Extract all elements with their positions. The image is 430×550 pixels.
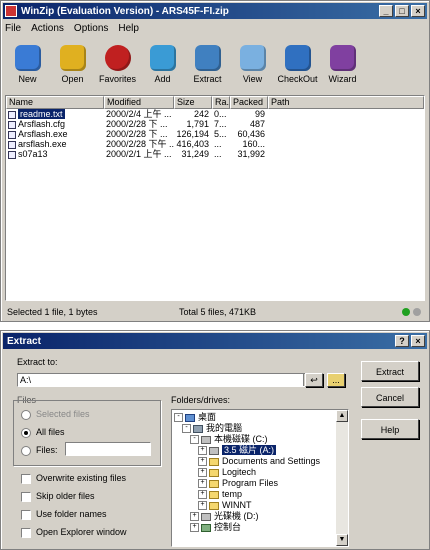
status-total: Total 5 files, 471KB: [179, 307, 257, 317]
tree-node-drive-c[interactable]: - 本機磁碟 (C:): [174, 434, 348, 445]
new-button[interactable]: New: [5, 41, 50, 91]
favorites-icon: [104, 45, 131, 71]
tree-node-temp[interactable]: + temp: [174, 489, 348, 500]
extract-button[interactable]: Extract: [185, 41, 230, 91]
view-icon: [239, 45, 266, 71]
main-window-title: WinZip (Evaluation Version) - ARS45F-FI.…: [21, 5, 229, 17]
column-name[interactable]: Name: [6, 96, 104, 109]
add-icon: [149, 45, 176, 71]
table-row[interactable]: s07a13 2000/2/1 上午 ... 31,249 ... 31,992: [6, 149, 424, 159]
wizard-icon: [329, 45, 356, 71]
add-button[interactable]: Add: [140, 41, 185, 91]
column-modified[interactable]: Modified: [104, 96, 174, 109]
close-button[interactable]: ×: [411, 5, 425, 17]
extract-to-combobox[interactable]: A:\ ▼: [17, 373, 317, 387]
radio-all-files[interactable]: All files: [21, 427, 65, 438]
tree-node-drive-d[interactable]: + 光碟機 (D:): [174, 511, 348, 522]
tree-node-control-panel[interactable]: + 控制台: [174, 522, 348, 533]
menu-help[interactable]: Help: [118, 23, 139, 34]
tree-node-my-computer[interactable]: - 我的電腦: [174, 423, 348, 434]
column-packed[interactable]: Packed: [230, 96, 268, 109]
tree-scrollbar[interactable]: ▲ ▼: [336, 410, 348, 546]
dialog-close-button[interactable]: ×: [411, 335, 425, 347]
checkout-icon: [284, 45, 311, 71]
column-ratio[interactable]: Ra...: [212, 96, 230, 109]
toolbar: New Open Favorites Add Extract View Chec…: [5, 41, 425, 91]
table-row[interactable]: arsflash.exe 2000/2/28 下午 ... 416,403 ..…: [6, 139, 424, 149]
menu-actions[interactable]: Actions: [31, 23, 64, 34]
extract-dialog-title: Extract: [7, 335, 41, 347]
status-selected: Selected 1 file, 1 bytes: [7, 307, 98, 317]
extract-to-value: A:\: [20, 375, 32, 385]
cancel-button[interactable]: Cancel: [361, 387, 419, 407]
tree-node-documents[interactable]: + Documents and Settings: [174, 456, 348, 467]
status-bar: Selected 1 file, 1 bytes Total 5 files, …: [5, 305, 425, 319]
table-row[interactable]: Arsflash.cfg 2000/2/28 下 ... 1,791 7... …: [6, 119, 424, 129]
tree-node-program-files[interactable]: + Program Files: [174, 478, 348, 489]
up-folder-button[interactable]: ...: [327, 373, 345, 387]
main-title-bar[interactable]: WinZip (Evaluation Version) - ARS45F-FI.…: [3, 3, 427, 19]
scroll-down-icon[interactable]: ▼: [336, 534, 348, 546]
new-folder-button[interactable]: ↩: [305, 373, 323, 387]
tree-node-winnt[interactable]: + WINNT: [174, 500, 348, 511]
file-icon: [8, 140, 16, 149]
radio-selected-files-circle[interactable]: [21, 409, 31, 420]
checkout-button[interactable]: CheckOut: [275, 41, 320, 91]
tree-node-logitech[interactable]: + Logitech: [174, 467, 348, 478]
table-row[interactable]: readme.txt 2000/2/4 上午 ... 242 0... 99: [6, 109, 424, 119]
file-icon: [8, 130, 16, 139]
winzip-main-window: WinZip (Evaluation Version) - ARS45F-FI.…: [0, 0, 430, 322]
extract-button[interactable]: Extract: [361, 361, 419, 381]
files-pattern-input[interactable]: [65, 442, 151, 456]
dialog-help-button[interactable]: ?: [395, 335, 409, 347]
file-icon: [8, 150, 16, 159]
scroll-up-icon[interactable]: ▲: [336, 410, 348, 422]
view-button[interactable]: View: [230, 41, 275, 91]
status-light-gray-icon: [413, 308, 421, 316]
extract-to-label: Extract to:: [17, 357, 58, 367]
file-icon: [8, 110, 16, 119]
skip-older-checkbox[interactable]: Skip older files: [21, 491, 95, 502]
table-row[interactable]: Arsflash.exe 2000/2/28 下 ... 126,194 5..…: [6, 129, 424, 139]
tree-node-desktop[interactable]: - 桌面: [174, 412, 348, 423]
extract-dialog: Extract ? × Extract to: A:\ ▼ ↩ ... File…: [0, 330, 430, 550]
open-button[interactable]: Open: [50, 41, 95, 91]
overwrite-checkbox[interactable]: Overwrite existing files: [21, 473, 126, 484]
extract-icon: [194, 45, 221, 71]
favorites-button[interactable]: Favorites: [95, 41, 140, 91]
radio-files[interactable]: Files:: [21, 445, 58, 456]
help-button[interactable]: Help: [361, 419, 419, 439]
wizard-button[interactable]: Wizard: [320, 41, 365, 91]
status-light-green-icon: [402, 308, 410, 316]
new-icon: [14, 45, 41, 71]
folders-drives-label: Folders/drives:: [171, 395, 231, 405]
open-icon: [59, 45, 86, 71]
file-icon: [8, 120, 16, 129]
radio-files-circle[interactable]: [21, 445, 31, 456]
menu-bar: File Actions Options Help: [5, 23, 139, 34]
tree-node-floppy-a[interactable]: +3.5 磁片 (A:): [174, 445, 348, 456]
radio-all-files-circle[interactable]: [21, 427, 31, 438]
archive-file-list[interactable]: Name Modified Size Ra... Packed Path rea…: [5, 95, 425, 301]
extract-title-bar[interactable]: Extract ? ×: [3, 333, 427, 349]
radio-selected-files[interactable]: Selected files: [21, 409, 90, 420]
file-list-header: Name Modified Size Ra... Packed Path: [6, 96, 424, 109]
column-path[interactable]: Path: [268, 96, 424, 109]
menu-options[interactable]: Options: [74, 23, 108, 34]
maximize-button[interactable]: □: [395, 5, 409, 17]
folders-tree[interactable]: - 桌面 - 我的電腦 - 本機磁碟 (C:) +3.5 磁片 (A:) + Docum…: [171, 409, 349, 547]
use-folder-names-checkbox[interactable]: Use folder names: [21, 509, 107, 520]
winzip-app-icon: [5, 5, 17, 17]
open-explorer-checkbox[interactable]: Open Explorer window: [21, 527, 127, 538]
menu-file[interactable]: File: [5, 23, 21, 34]
minimize-button[interactable]: _: [379, 5, 393, 17]
column-size[interactable]: Size: [174, 96, 212, 109]
